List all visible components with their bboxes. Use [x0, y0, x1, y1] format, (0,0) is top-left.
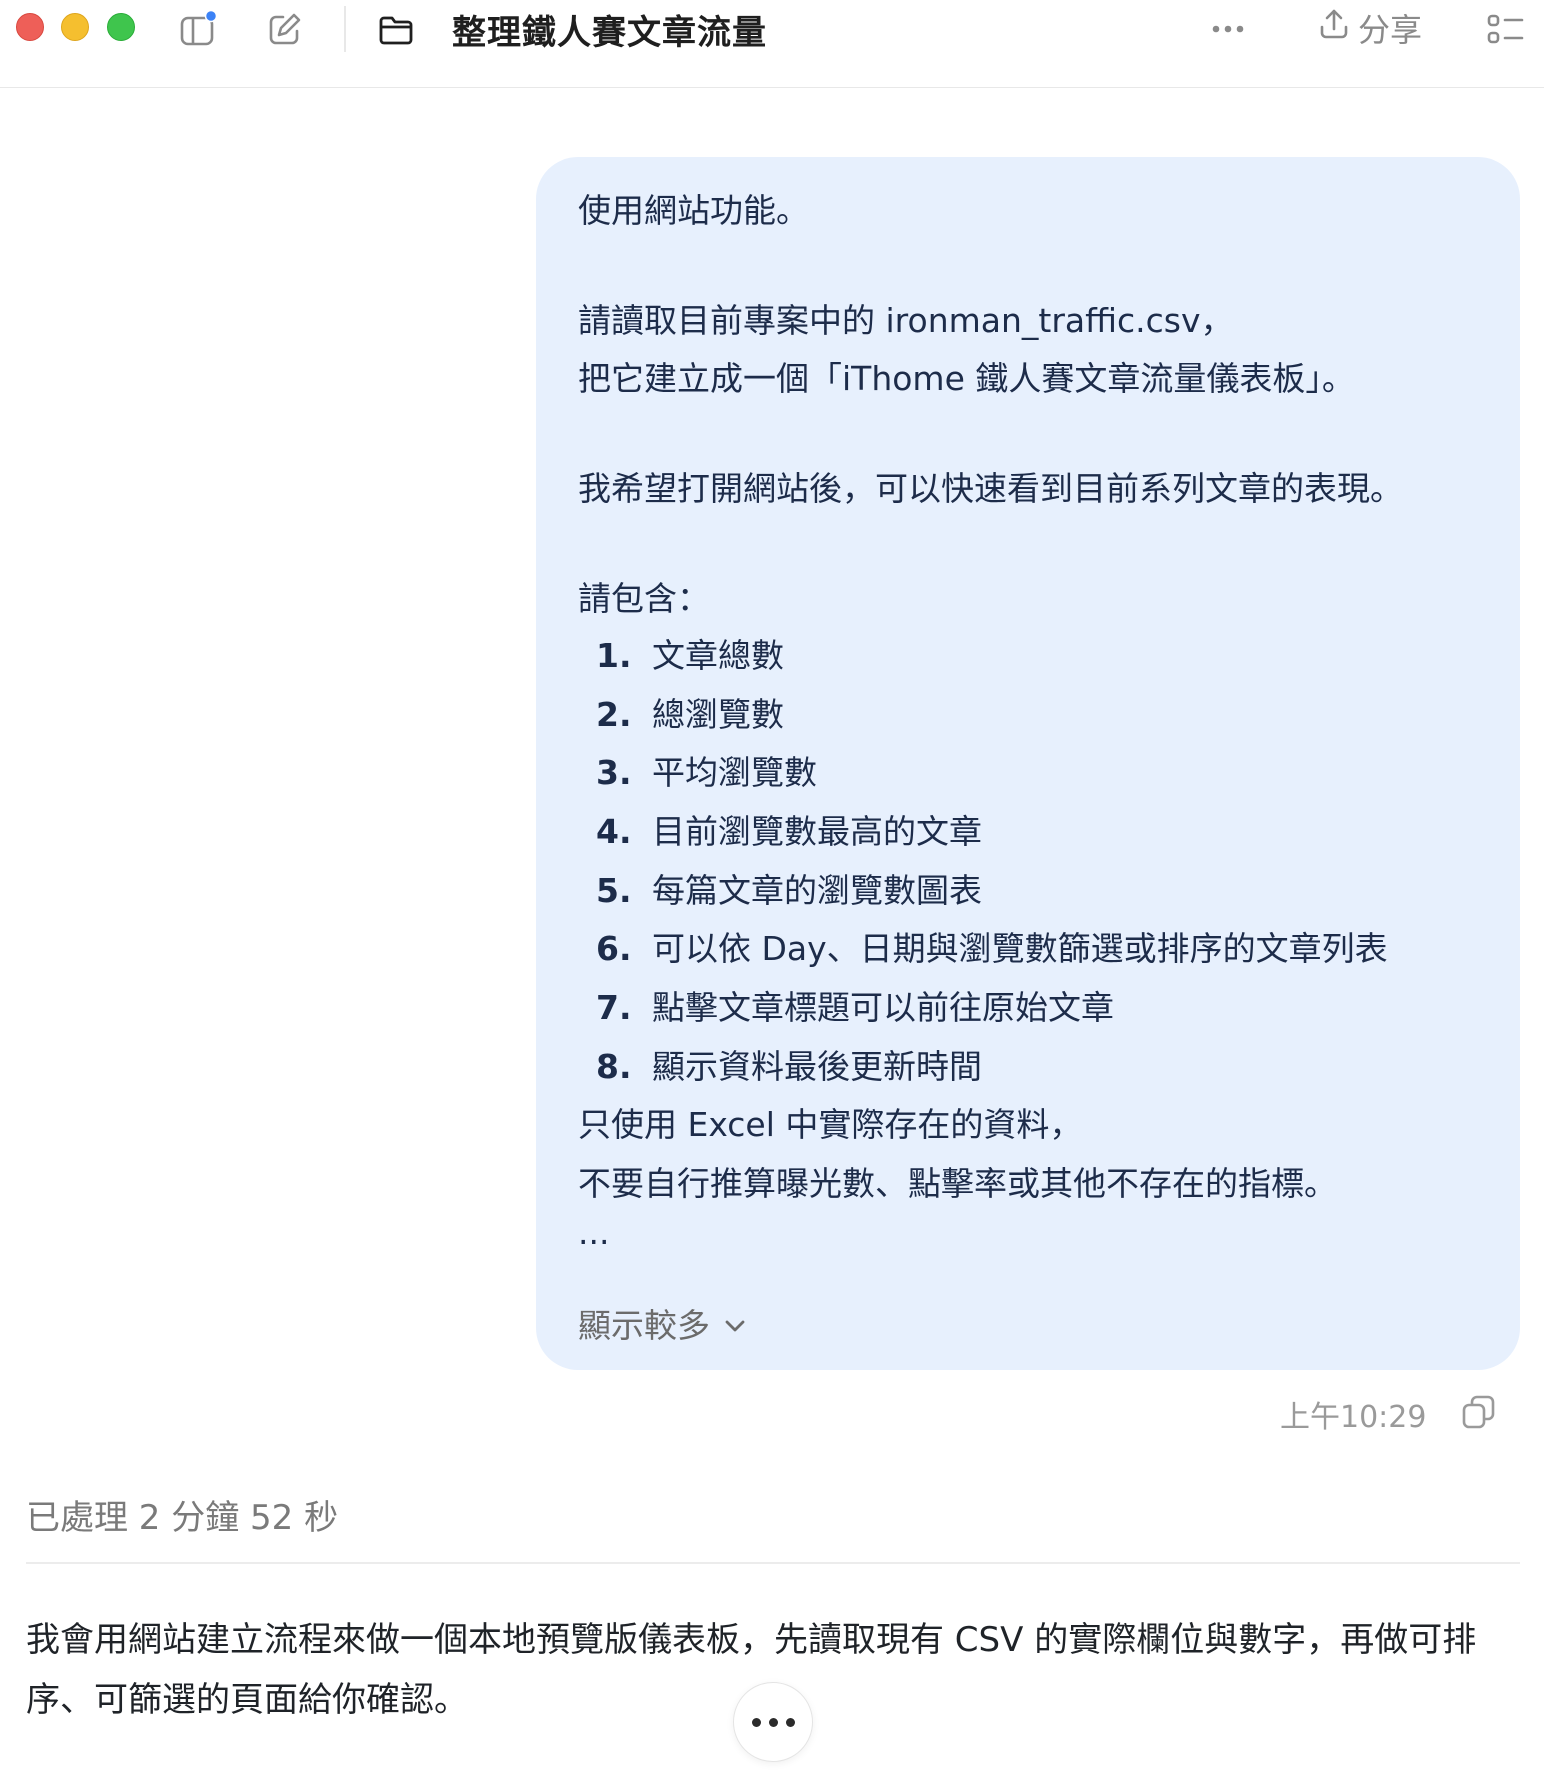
include-label: 請包含： — [578, 579, 710, 618]
message-line: 不要自行推算曝光數、點擊率或其他不存在的指標。 — [578, 1164, 1337, 1203]
message-line: 請讀取目前專案中的 ironman_traffic.csv， — [578, 301, 1234, 340]
message-timestamp: 上午10:29 — [1280, 1400, 1427, 1435]
typing-dot — [785, 1717, 795, 1727]
list-number: 7. — [596, 988, 632, 1027]
list-number: 1. — [596, 636, 632, 675]
list-item: 總瀏覽數 — [652, 695, 784, 734]
close-window-button[interactable] — [16, 13, 44, 41]
show-more-button[interactable]: 顯示較多 — [578, 1299, 748, 1347]
upload-icon — [1318, 7, 1350, 49]
message-line: 使用網站功能。 — [578, 191, 809, 230]
list-number: 4. — [596, 812, 632, 851]
typing-dot — [768, 1717, 778, 1727]
divider — [26, 1562, 1520, 1564]
list-item: 顯示資料最後更新時間 — [652, 1047, 982, 1086]
sidebar-toggle-icon[interactable] — [176, 8, 218, 50]
compose-icon[interactable] — [264, 8, 306, 50]
list-number: 2. — [596, 695, 632, 734]
folder-icon — [376, 10, 416, 50]
toolbar-divider — [344, 6, 346, 52]
list-item: 可以依 Day、日期與瀏覽數篩選或排序的文章列表 — [652, 929, 1388, 968]
message-line: 只使用 Excel 中實際存在的資料， — [578, 1105, 1083, 1144]
title-bar: 整理鐵人賽文章流量 分享 — [0, 0, 1544, 88]
list-number: 8. — [596, 1047, 632, 1086]
minimize-window-button[interactable] — [61, 13, 89, 41]
list-number: 5. — [596, 871, 632, 910]
more-horizontal-icon[interactable] — [1206, 8, 1250, 50]
list-panel-icon[interactable] — [1484, 8, 1526, 50]
show-more-label: 顯示較多 — [578, 1306, 710, 1345]
list-item: 文章總數 — [652, 636, 784, 675]
list-number: 6. — [596, 929, 632, 968]
message-line: 把它建立成一個「iThome 鐵人賽文章流量儀表板」。 — [578, 359, 1355, 398]
copy-icon[interactable] — [1460, 1393, 1500, 1433]
list-item: 點擊文章標題可以前往原始文章 — [652, 988, 1114, 1027]
user-message-bubble: 使用網站功能。 請讀取目前專案中的 ironman_traffic.csv， 把… — [536, 157, 1520, 1370]
maximize-window-button[interactable] — [107, 13, 135, 41]
list-item: 目前瀏覽數最高的文章 — [652, 812, 982, 851]
list-item: 每篇文章的瀏覽數圖表 — [652, 871, 982, 910]
processing-duration[interactable]: 已處理 2 分鐘 52 秒 — [26, 1490, 338, 1539]
truncation-ellipsis: ... — [578, 1213, 610, 1252]
share-label: 分享 — [1358, 11, 1423, 49]
chevron-down-icon — [722, 1304, 748, 1343]
typing-dot — [751, 1717, 761, 1727]
share-button[interactable]: 分享 — [1318, 5, 1422, 51]
list-number: 3. — [596, 753, 632, 792]
message-line: 我希望打開網站後，可以快速看到目前系列文章的表現。 — [578, 469, 1403, 508]
conversation-title: 整理鐵人賽文章流量 — [452, 13, 767, 53]
typing-indicator — [733, 1682, 813, 1762]
list-item: 平均瀏覽數 — [652, 753, 817, 792]
